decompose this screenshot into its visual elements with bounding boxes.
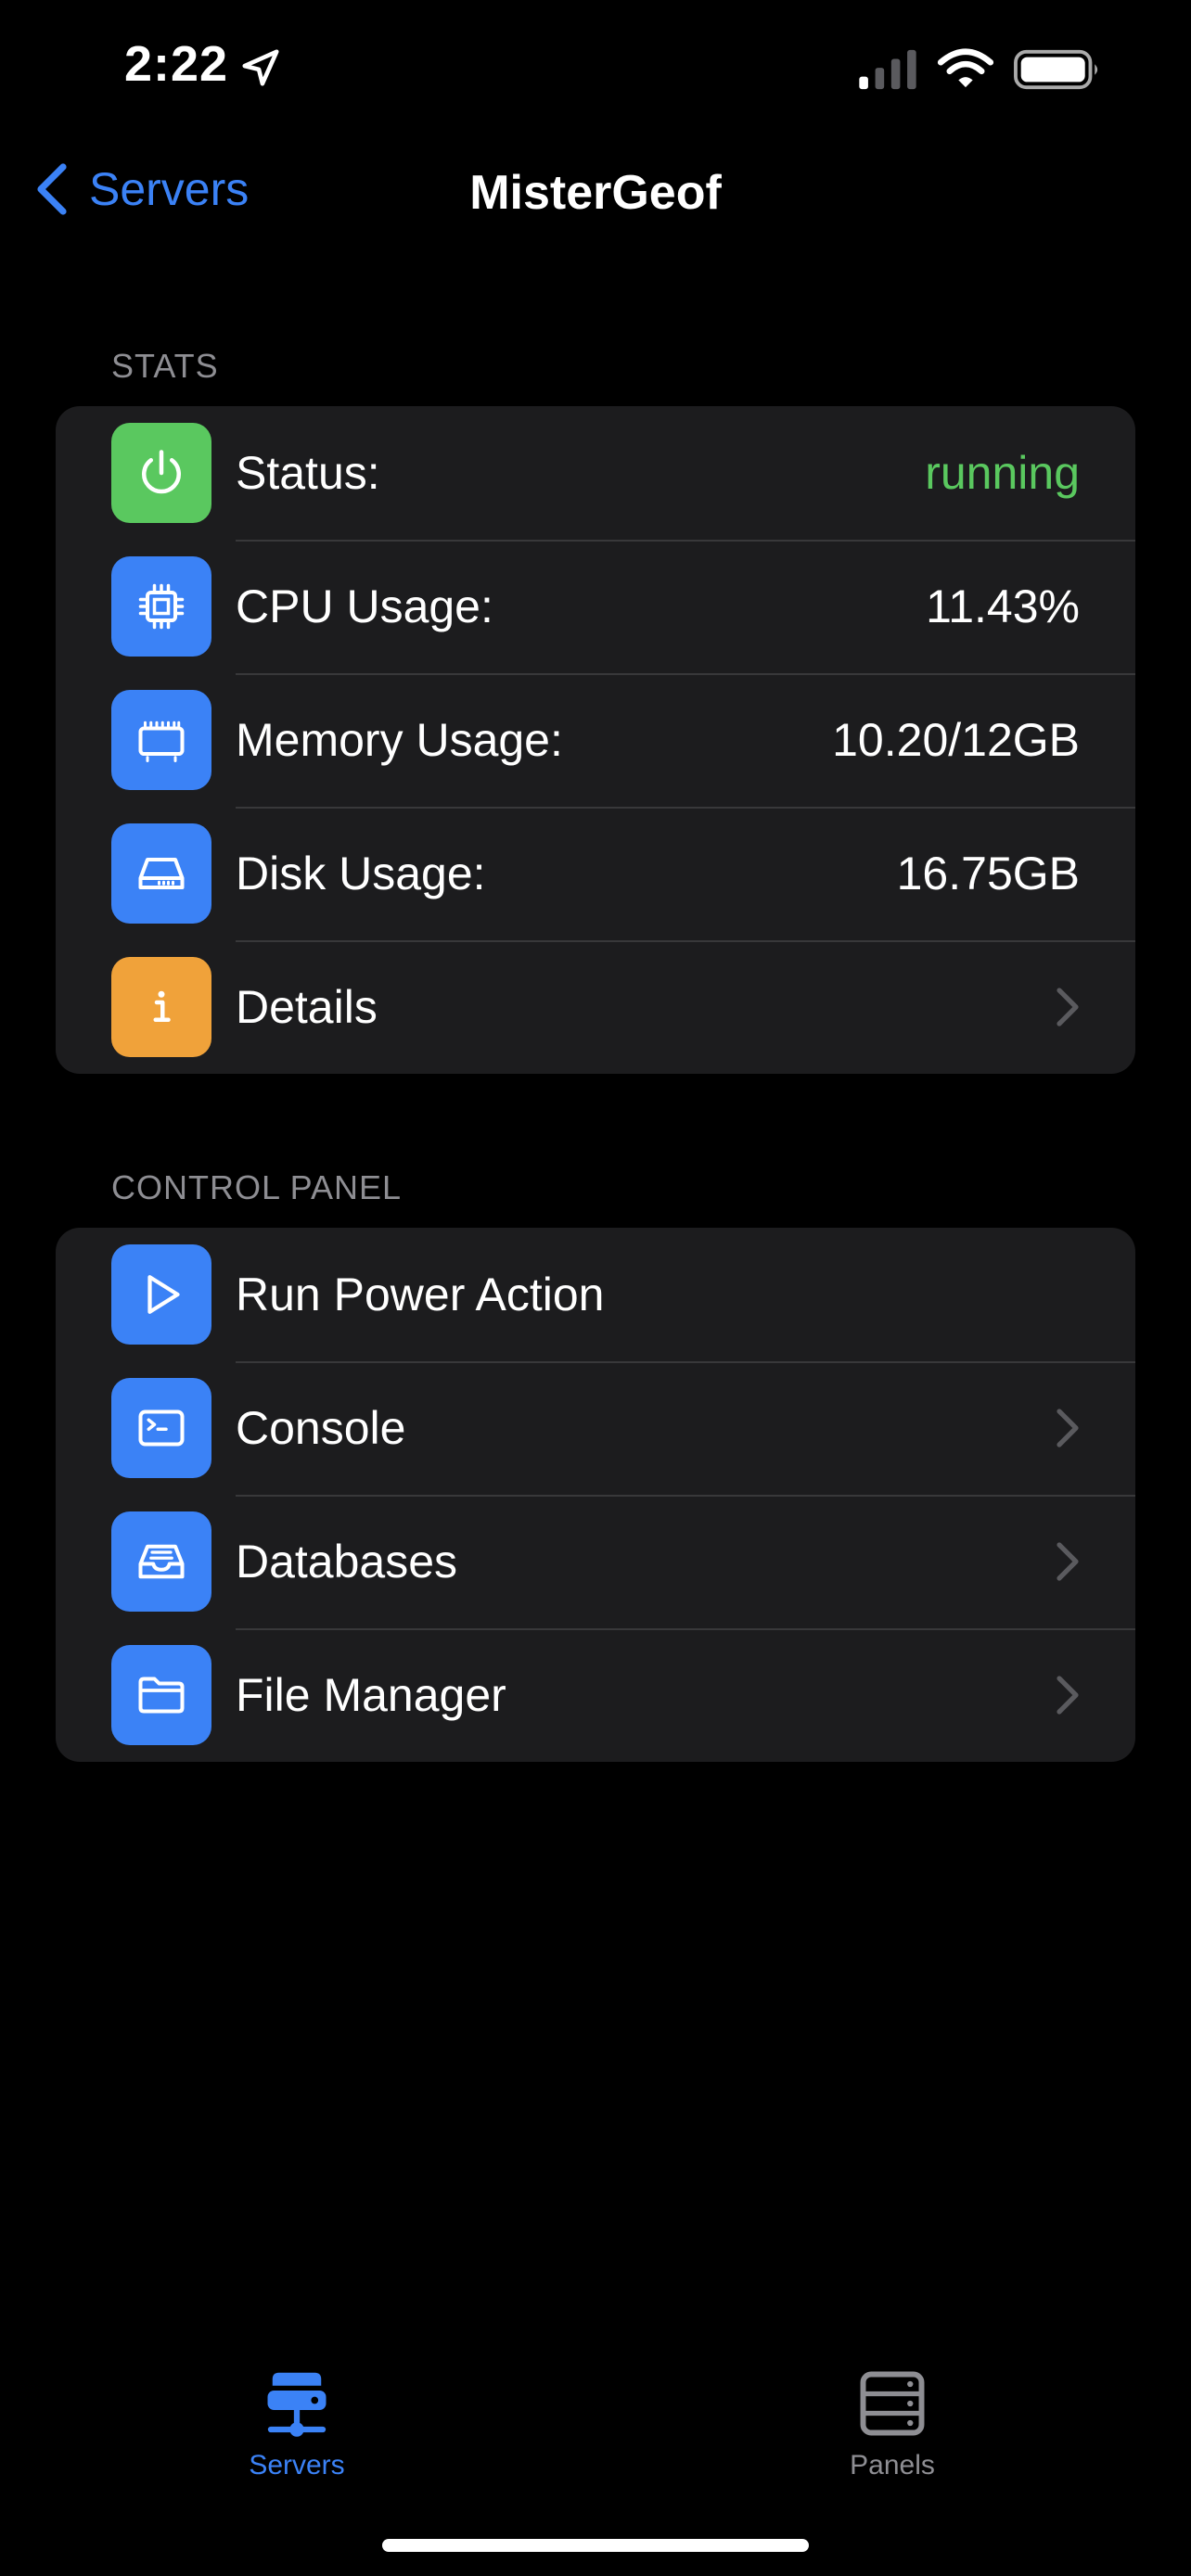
chevron-right-icon [1057,1676,1079,1715]
run-power-action-icon-box [111,1244,211,1345]
databases-label: Databases [236,1536,458,1588]
status-bar: 2:22 [0,0,1191,139]
console-row[interactable]: Console [56,1361,1135,1495]
file-manager-row[interactable]: File Manager [56,1628,1135,1762]
tray-icon [138,1544,185,1579]
memory-icon [138,721,185,762]
chevron-right-icon [1057,988,1079,1027]
console-label: Console [236,1402,406,1454]
location-arrow-icon [242,49,279,86]
memory-icon-box [111,690,211,790]
databases-row[interactable]: Databases [56,1495,1135,1628]
server-stack-icon [267,2372,327,2437]
cpu-icon-box [111,556,211,657]
cpu-icon [138,583,185,630]
stats-section-header: STATS [111,347,219,385]
details-label: Details [236,981,378,1033]
memory-usage-value: 10.20/12GB [832,714,1080,766]
status-icon-box [111,423,211,523]
file-manager-label: File Manager [236,1669,506,1721]
chevron-right-icon [1057,1409,1079,1447]
wifi-icon [937,48,994,88]
status-value: running [925,447,1080,499]
tab-panels-label: Panels [850,2450,935,2480]
run-power-action-label: Run Power Action [236,1269,605,1320]
home-indicator [382,2539,809,2552]
power-icon [142,450,181,494]
control-panel-group: Run Power Action Console Databases File … [56,1228,1135,1762]
cellular-signal-icon [859,49,916,90]
status-label: Status: [236,447,380,499]
disk-icon-box [111,823,211,924]
databases-icon-box [111,1511,211,1612]
play-icon [147,1275,180,1314]
tab-servers-label: Servers [249,2450,345,2480]
stats-group: Status: running CPU Usage: 11.43% Memory… [56,406,1135,1074]
disk-usage-label: Disk Usage: [236,848,486,899]
memory-usage-label: Memory Usage: [236,714,563,766]
page-title: MisterGeof [469,166,722,220]
terminal-icon [138,1409,185,1447]
battery-icon [1014,49,1098,90]
disk-usage-row: Disk Usage: 16.75GB [56,807,1135,940]
control-panel-section-header: CONTROL PANEL [111,1168,403,1206]
tab-panels[interactable]: Panels [772,2346,1013,2481]
disk-usage-value: 16.75GB [896,848,1080,899]
cpu-usage-value: 11.43% [926,580,1080,632]
memory-usage-row: Memory Usage: 10.20/12GB [56,673,1135,807]
info-icon [153,990,171,1022]
details-row[interactable]: Details [56,940,1135,1074]
status-row: Status: running [56,406,1135,540]
cpu-usage-label: CPU Usage: [236,580,493,632]
cpu-usage-row: CPU Usage: 11.43% [56,540,1135,673]
run-power-action-row[interactable]: Run Power Action [56,1228,1135,1361]
tab-servers[interactable]: Servers [176,2346,417,2481]
status-time: 2:22 [124,36,229,92]
panels-icon [860,2371,925,2436]
disk-icon [138,858,185,889]
folder-icon [138,1677,185,1714]
details-icon-box [111,957,211,1057]
navigation-bar: Servers MisterGeof [0,148,1191,241]
chevron-right-icon [1057,1542,1079,1581]
file-manager-icon-box [111,1645,211,1745]
console-icon-box [111,1378,211,1478]
